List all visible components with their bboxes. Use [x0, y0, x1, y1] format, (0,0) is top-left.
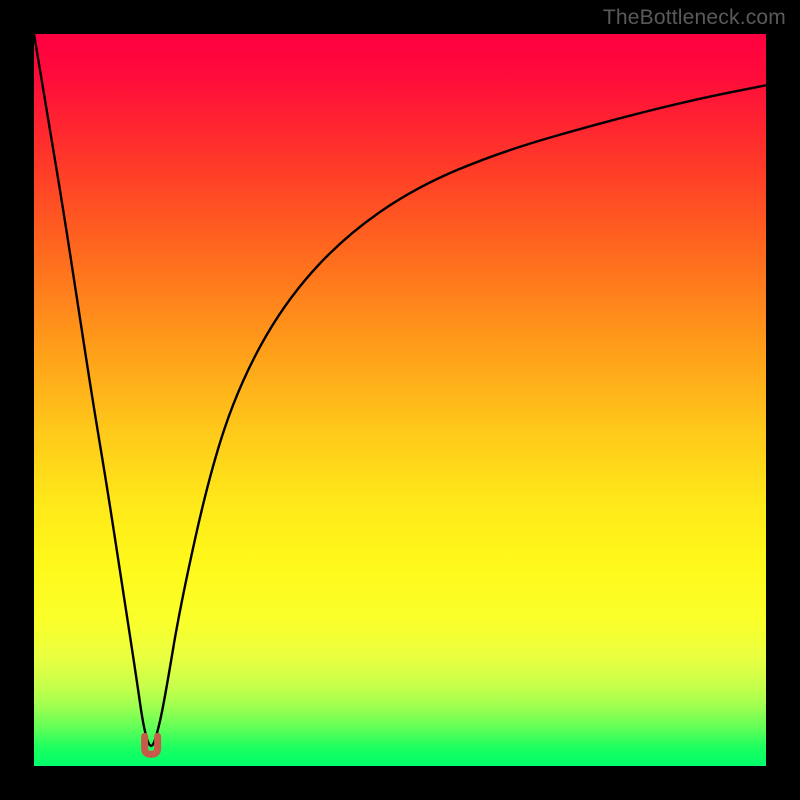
- chart-frame: TheBottleneck.com: [0, 0, 800, 800]
- curve-layer: [34, 34, 766, 766]
- watermark-text: TheBottleneck.com: [603, 6, 786, 30]
- plot-area: [34, 34, 766, 766]
- bottleneck-curve: [34, 34, 766, 746]
